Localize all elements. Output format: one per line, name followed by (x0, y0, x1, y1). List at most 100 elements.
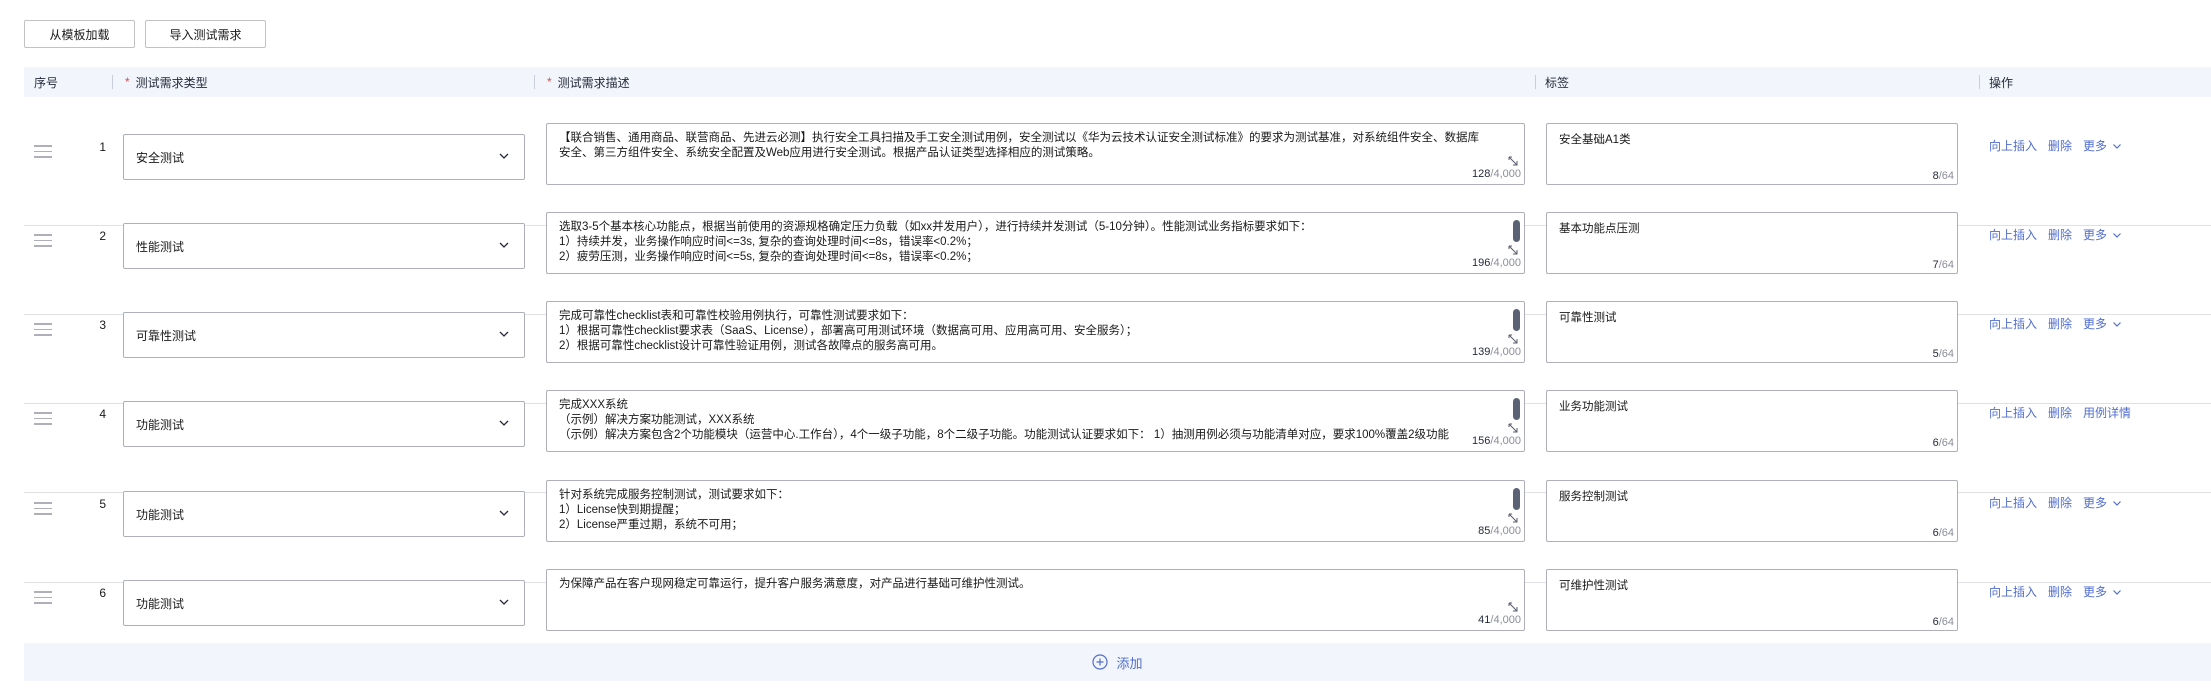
delete-button[interactable]: 删除 (2048, 583, 2072, 600)
requirement-type-value: 性能测试 (136, 239, 185, 254)
tag-input[interactable]: 安全基础A1类 8/64 (1546, 123, 1958, 185)
resize-handle-icon[interactable] (1507, 333, 1519, 345)
chevron-down-icon (499, 599, 509, 605)
toolbar: 从模板加载 导入测试需求 (24, 20, 266, 48)
row-actions: 向上插入 删除 更多 (1989, 494, 2122, 511)
insert-above-button[interactable]: 向上插入 (1989, 404, 2037, 421)
more-menu-button[interactable]: 更多 (2083, 226, 2122, 243)
header-divider (1535, 75, 1536, 89)
import-requirements-button[interactable]: 导入测试需求 (145, 20, 266, 48)
resize-handle-icon[interactable] (1507, 601, 1519, 613)
char-counter: 6/64 (1930, 437, 1954, 449)
header-index: 序号 (34, 67, 58, 97)
row-actions: 向上插入 删除 更多 (1989, 315, 2122, 332)
requirement-description-textarea[interactable]: 【联合销售、通用商品、联营商品、先进云必测】执行安全工具扫描及手工安全测试用例，… (546, 123, 1525, 185)
char-counter: 41/4,000 (1476, 613, 1521, 628)
chevron-down-icon (2113, 232, 2121, 238)
requirement-type-select[interactable]: 功能测试 (123, 580, 525, 626)
required-mark: * (547, 75, 552, 89)
more-menu-button[interactable]: 更多 (2083, 494, 2122, 511)
char-max: /64 (1938, 348, 1954, 360)
requirement-description-textarea[interactable]: 为保障产品在客户现网稳定可靠运行，提升客户服务满意度，对产品进行基础可维护性测试… (546, 569, 1525, 631)
requirement-description-textarea[interactable]: 针对系统完成服务控制测试，测试要求如下： 1）License快到期提醒； 2）L… (546, 480, 1525, 542)
more-menu-button[interactable]: 更多 (2083, 137, 2122, 154)
delete-button[interactable]: 删除 (2048, 315, 2072, 332)
drag-handle-icon[interactable] (34, 502, 52, 516)
drag-handle-icon[interactable] (34, 145, 52, 159)
delete-button[interactable]: 删除 (2048, 494, 2072, 511)
char-count: 156 (1472, 435, 1491, 447)
tag-input[interactable]: 可维护性测试 6/64 (1546, 569, 1958, 631)
resize-handle-icon[interactable] (1507, 244, 1519, 256)
tag-value: 安全基础A1类 (1559, 134, 1631, 146)
char-counter: 156/4,000 (1470, 434, 1521, 449)
row-index: 2 (99, 229, 106, 243)
requirement-type-value: 可靠性测试 (136, 328, 197, 343)
more-menu-button-label: 更多 (2083, 317, 2108, 331)
char-max: /64 (1938, 170, 1954, 182)
requirement-type-value: 功能测试 (136, 507, 185, 522)
load-from-template-button[interactable]: 从模板加载 (24, 20, 135, 48)
header-tag-label: 标签 (1545, 75, 1570, 90)
insert-above-button[interactable]: 向上插入 (1989, 494, 2037, 511)
case-details-link[interactable]: 用例详情 (2083, 404, 2131, 421)
chevron-down-icon (499, 420, 509, 426)
delete-button[interactable]: 删除 (2048, 137, 2072, 154)
insert-above-button[interactable]: 向上插入 (1989, 137, 2037, 154)
requirement-type-select[interactable]: 功能测试 (123, 401, 525, 447)
requirement-type-select[interactable]: 功能测试 (123, 491, 525, 537)
row-index: 3 (99, 318, 106, 332)
insert-above-button-label: 向上插入 (1989, 228, 2038, 242)
insert-above-button[interactable]: 向上插入 (1989, 583, 2037, 600)
char-max: /4,000 (1490, 435, 1521, 447)
more-menu-button[interactable]: 更多 (2083, 315, 2122, 332)
header-type: * 测试需求类型 (112, 67, 208, 97)
scrollbar-thumb[interactable] (1513, 220, 1520, 242)
tag-value: 基本功能点压测 (1559, 223, 1640, 235)
requirement-description-textarea[interactable]: 完成可靠性checklist表和可靠性校验用例执行，可靠性测试要求如下： 1）根… (546, 301, 1525, 363)
header-divider (534, 75, 535, 89)
char-max: /4,000 (1490, 257, 1521, 269)
drag-handle-icon[interactable] (34, 591, 52, 605)
resize-handle-icon[interactable] (1507, 512, 1519, 524)
requirement-description-text: 针对系统完成服务控制测试，测试要求如下： 1）License快到期提醒； 2）L… (559, 489, 789, 531)
requirement-type-select[interactable]: 性能测试 (123, 223, 525, 269)
more-menu-button-label: 更多 (2083, 496, 2108, 510)
char-max: /64 (1938, 437, 1954, 449)
scrollbar-thumb[interactable] (1513, 398, 1520, 420)
row-actions: 向上插入 删除 更多 (1989, 583, 2122, 600)
header-index-label: 序号 (34, 75, 59, 90)
delete-button[interactable]: 删除 (2048, 226, 2072, 243)
requirement-description-text: 为保障产品在客户现网稳定可靠运行，提升客户服务满意度，对产品进行基础可维护性测试… (559, 578, 1031, 590)
requirement-description-textarea[interactable]: 完成XXX系统 （示例）解决方案功能测试，XXX系统 （示例）解决方案包含2个功… (546, 390, 1525, 452)
insert-above-button[interactable]: 向上插入 (1989, 315, 2037, 332)
delete-button[interactable]: 删除 (2048, 404, 2072, 421)
tag-input[interactable]: 服务控制测试 6/64 (1546, 480, 1958, 542)
requirement-type-select[interactable]: 可靠性测试 (123, 312, 525, 358)
scrollbar-thumb[interactable] (1513, 488, 1520, 510)
more-menu-button[interactable]: 更多 (2083, 583, 2122, 600)
requirement-description-text: 选取3-5个基本核心功能点，根据当前使用的资源规格确定压力负载（如xx并发用户）… (559, 221, 1312, 263)
tag-value: 服务控制测试 (1559, 491, 1628, 503)
char-counter: 6/64 (1930, 527, 1954, 539)
add-row-button[interactable]: 添加 (24, 643, 2211, 681)
drag-handle-icon[interactable] (34, 234, 52, 248)
header-type-label: 测试需求类型 (135, 75, 208, 90)
insert-above-button[interactable]: 向上插入 (1989, 226, 2037, 243)
requirement-description-textarea[interactable]: 选取3-5个基本核心功能点，根据当前使用的资源规格确定压力负载（如xx并发用户）… (546, 212, 1525, 274)
delete-button-label: 删除 (2048, 228, 2073, 242)
tag-input[interactable]: 业务功能测试 6/64 (1546, 390, 1958, 452)
drag-handle-icon[interactable] (34, 323, 52, 337)
tag-input[interactable]: 可靠性测试 5/64 (1546, 301, 1958, 363)
header-divider (112, 75, 113, 89)
resize-handle-icon[interactable] (1507, 155, 1519, 167)
scrollbar-thumb[interactable] (1513, 309, 1520, 331)
drag-handle-icon[interactable] (34, 412, 52, 426)
char-max: /4,000 (1490, 346, 1521, 358)
resize-handle-icon[interactable] (1507, 422, 1519, 434)
row-actions: 向上插入 删除 更多 (1989, 226, 2122, 243)
char-max: /64 (1938, 616, 1954, 628)
tag-value: 可维护性测试 (1559, 580, 1628, 592)
tag-input[interactable]: 基本功能点压测 7/64 (1546, 212, 1958, 274)
requirement-type-select[interactable]: 安全测试 (123, 134, 525, 180)
